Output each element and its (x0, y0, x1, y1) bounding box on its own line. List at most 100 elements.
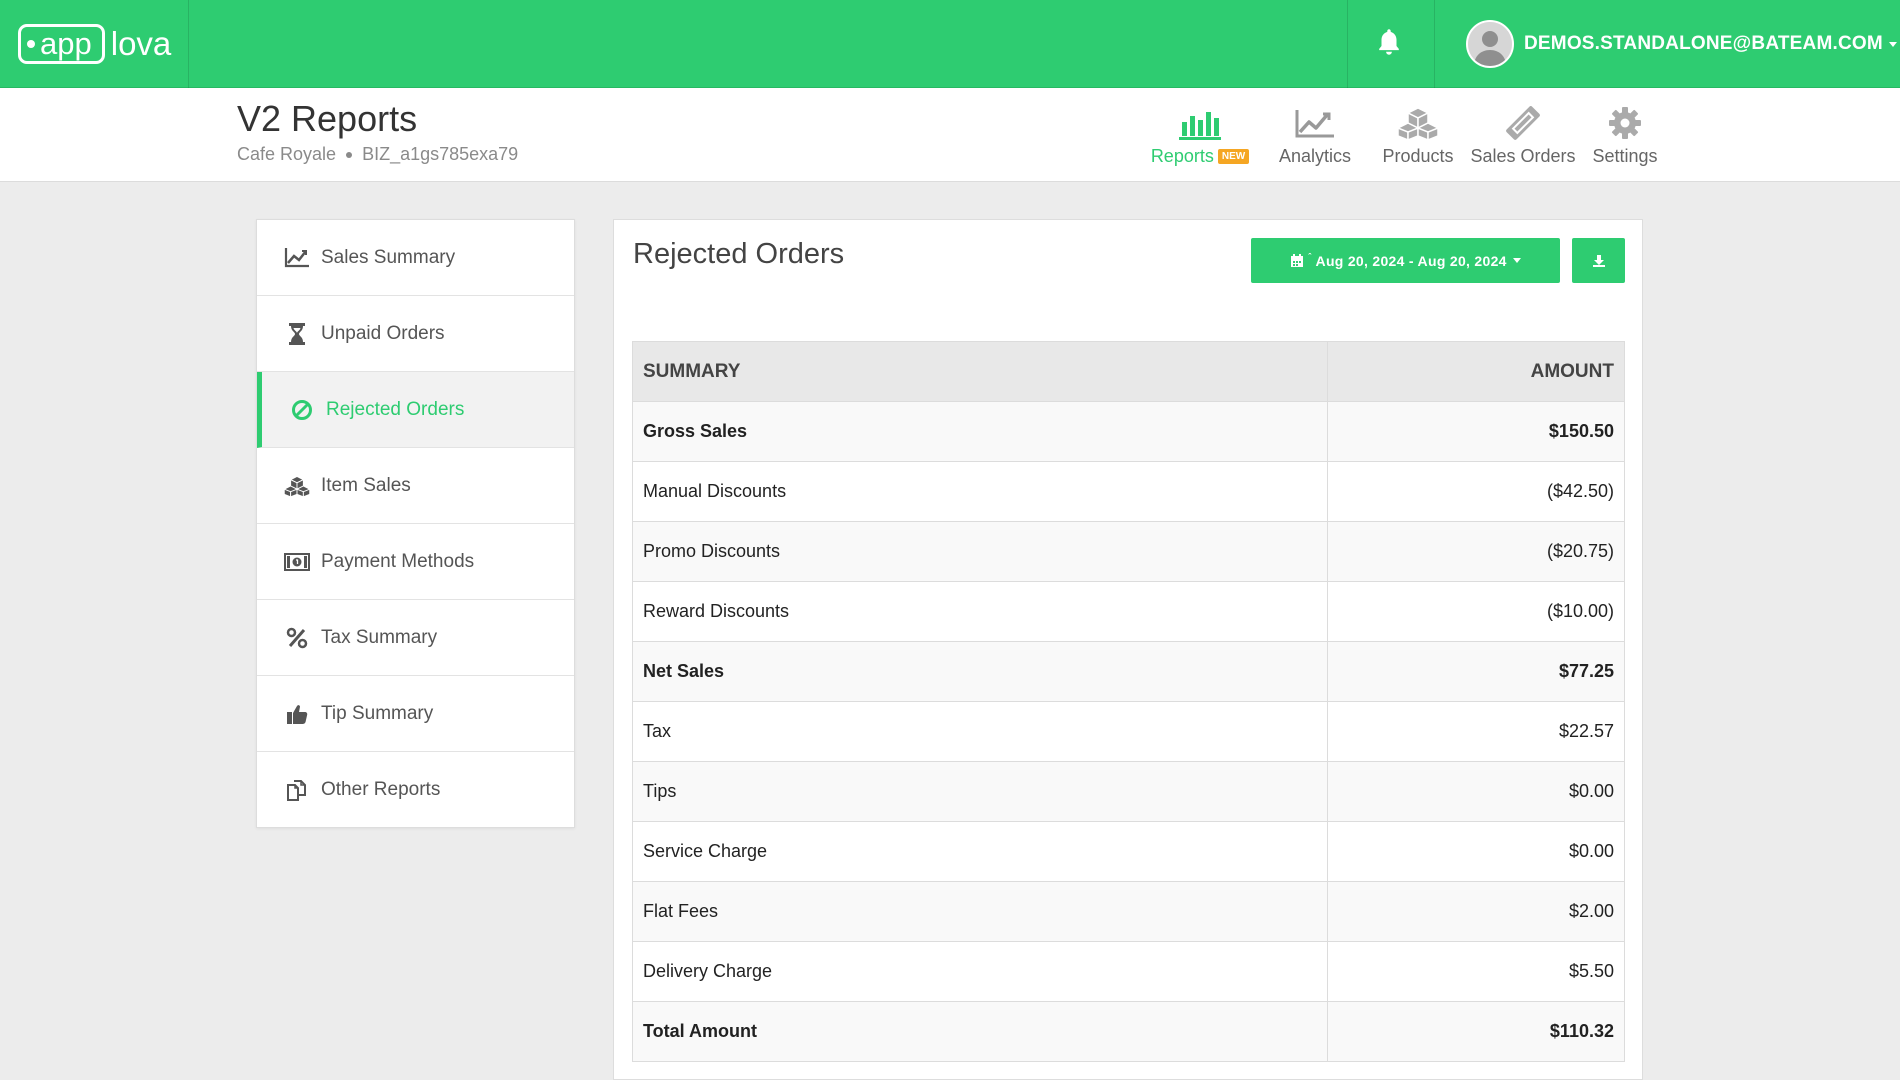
sidebar-item-other-reports[interactable]: Other Reports (257, 752, 574, 827)
row-label: Delivery Charge (632, 941, 1328, 1002)
nav-settings-label: Settings (1592, 146, 1658, 166)
sidebar-item-tip-summary[interactable]: Tip Summary (257, 676, 574, 752)
hourglass-icon (283, 320, 311, 348)
row-label: Manual Discounts (632, 461, 1328, 522)
sidebar-item-label: Tip Summary (321, 702, 434, 724)
sidebar-item-unpaid-orders[interactable]: Unpaid Orders (257, 296, 574, 372)
row-label: Promo Discounts (632, 521, 1328, 582)
sidebar-item-item-sales[interactable]: Item Sales (257, 448, 574, 524)
chevron-down-icon (1888, 41, 1897, 47)
sidebar-item-tax-summary[interactable]: Tax Summary (257, 600, 574, 676)
column-header-amount: AMOUNT (1327, 341, 1625, 402)
business-info: Cafe Royale BIZ_a1gs785exa79 (237, 144, 518, 165)
page-header: V2 Reports Cafe Royale BIZ_a1gs785exa79 R… (0, 88, 1900, 182)
percent-icon (283, 624, 311, 652)
table-row: Promo Discounts ($20.75) (632, 521, 1625, 582)
avatar (1466, 20, 1514, 68)
row-amount: $0.00 (1327, 761, 1625, 822)
bar-chart-icon (1145, 102, 1255, 140)
page-title: V2 Reports (237, 98, 418, 139)
table-row: Reward Discounts ($10.00) (632, 581, 1625, 642)
separator-dot (346, 152, 353, 159)
table-header-row: SUMMARY AMOUNT (632, 341, 1625, 402)
notifications-bell-icon[interactable] (1375, 27, 1403, 62)
nav-products[interactable]: Products (1375, 102, 1461, 167)
sidebar-item-label: Payment Methods (321, 550, 475, 572)
table-row: Gross Sales $150.50 (632, 401, 1625, 462)
line-chart-icon (283, 244, 311, 272)
sidebar-item-label: Sales Summary (321, 246, 456, 268)
sidebar-item-label: Rejected Orders (326, 398, 465, 420)
cubes-icon (1375, 102, 1461, 140)
row-amount: ($10.00) (1327, 581, 1625, 642)
calendar-icon (1290, 253, 1304, 268)
row-amount: ($42.50) (1327, 461, 1625, 522)
report-sidebar: Sales Summary Unpaid Orders Rejected Ord… (256, 219, 575, 828)
row-label: Service Charge (632, 821, 1328, 882)
logo-text-app: app (40, 26, 92, 61)
ban-icon (288, 396, 316, 424)
download-icon (1592, 254, 1606, 268)
table-row: Service Charge $0.00 (632, 821, 1625, 882)
table-row: Total Amount $110.32 (632, 1001, 1625, 1062)
copy-icon (283, 776, 311, 804)
ticket-icon (1467, 102, 1579, 140)
line-chart-icon (1273, 102, 1357, 140)
nav-products-label: Products (1382, 146, 1454, 166)
row-amount: $2.00 (1327, 881, 1625, 942)
sidebar-item-sales-summary[interactable]: Sales Summary (257, 220, 574, 296)
divider (1434, 0, 1435, 88)
row-label: Flat Fees (632, 881, 1328, 942)
table-row: Tax $22.57 (632, 701, 1625, 762)
business-name: Cafe Royale (237, 144, 337, 164)
applova-logo[interactable]: app lova (18, 22, 171, 66)
sidebar-item-label: Other Reports (321, 778, 441, 800)
row-label: Total Amount (632, 1001, 1328, 1062)
logo-text-lova: lova (110, 25, 172, 62)
table-row: Net Sales $77.25 (632, 641, 1625, 702)
user-menu[interactable]: DEMOS.STANDALONE@BATEAM.COM (1466, 20, 1897, 68)
row-amount: $110.32 (1327, 1001, 1625, 1062)
nav-sales-orders[interactable]: Sales Orders (1467, 102, 1579, 167)
table-row: Delivery Charge $5.50 (632, 941, 1625, 1002)
thumbs-up-icon (283, 700, 311, 728)
row-amount: $0.00 (1327, 821, 1625, 882)
date-range-label: Aug 20, 2024 - Aug 20, 2024 (1315, 252, 1507, 269)
row-label: Tips (632, 761, 1328, 822)
divider (1347, 0, 1348, 88)
download-button[interactable] (1572, 238, 1625, 283)
sidebar-item-payment-methods[interactable]: Payment Methods (257, 524, 574, 600)
row-amount: $150.50 (1327, 401, 1625, 462)
row-label: Gross Sales (632, 401, 1328, 462)
new-badge: NEW (1217, 148, 1250, 164)
row-amount: $5.50 (1327, 941, 1625, 1002)
chevron-down-icon (1512, 258, 1521, 263)
row-amount: $22.57 (1327, 701, 1625, 762)
nav-reports[interactable]: Reports NEW (1145, 102, 1255, 167)
row-label: Tax (632, 701, 1328, 762)
sidebar-item-label: Item Sales (321, 474, 411, 496)
sidebar-item-rejected-orders[interactable]: Rejected Orders (257, 372, 574, 448)
date-range-button[interactable]: ˆ Aug 20, 2024 - Aug 20, 2024 (1251, 238, 1560, 283)
summary-table: SUMMARY AMOUNT Gross Sales $150.50 Manua… (632, 341, 1625, 1062)
sidebar-item-label: Tax Summary (321, 626, 438, 648)
cubes-icon (283, 472, 311, 500)
row-amount: ($20.75) (1327, 521, 1625, 582)
nav-reports-label: Reports (1150, 146, 1214, 166)
user-email: DEMOS.STANDALONE@BATEAM.COM (1524, 33, 1883, 54)
row-label: Reward Discounts (632, 581, 1328, 642)
nav-settings[interactable]: Settings (1587, 102, 1663, 167)
report-card: Rejected Orders ˆ Aug 20, 2024 - Aug 20,… (613, 219, 1643, 1080)
sidebar-item-label: Unpaid Orders (321, 322, 445, 344)
table-row: Manual Discounts ($42.50) (632, 461, 1625, 522)
top-bar: app lova DEMOS.STANDALONE@BATEAM.COM (0, 0, 1900, 88)
column-header-summary: SUMMARY (632, 341, 1328, 402)
nav-sales-orders-label: Sales Orders (1470, 146, 1576, 166)
nav-analytics[interactable]: Analytics (1273, 102, 1357, 167)
report-title: Rejected Orders (633, 238, 845, 270)
business-id: BIZ_a1gs785exa79 (362, 144, 519, 164)
nav-analytics-label: Analytics (1278, 146, 1352, 166)
row-amount: $77.25 (1327, 641, 1625, 702)
table-row: Flat Fees $2.00 (632, 881, 1625, 942)
row-label: Net Sales (632, 641, 1328, 702)
